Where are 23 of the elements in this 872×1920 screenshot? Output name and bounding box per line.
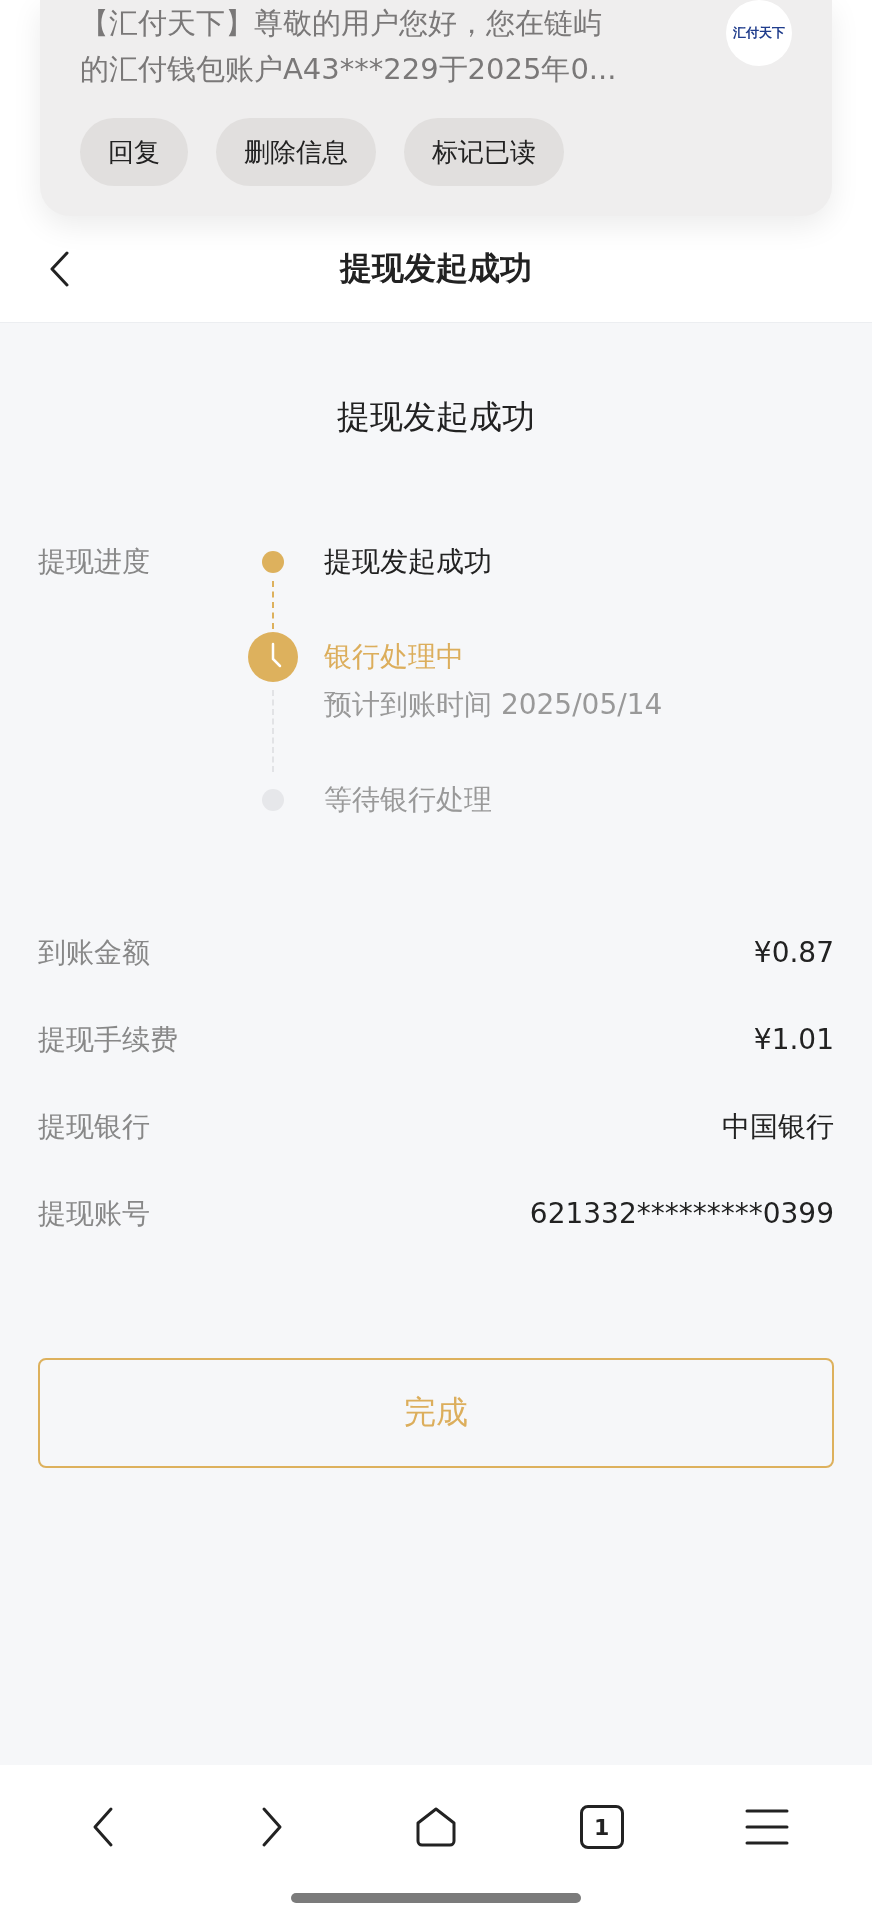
page-title: 提现发起成功 <box>340 248 532 289</box>
detail-label: 提现银行 <box>38 1109 150 1145</box>
detail-label: 提现手续费 <box>38 1022 178 1058</box>
action-button[interactable]: 标记已读 <box>404 118 564 186</box>
step-title: 提现发起成功 <box>324 544 493 580</box>
detail-label: 到账金额 <box>38 935 150 971</box>
action-button[interactable]: 删除信息 <box>216 118 376 186</box>
back-icon[interactable] <box>48 250 70 288</box>
step-title: 银行处理中 <box>324 639 465 675</box>
detail-value: 621332*********0399 <box>529 1196 834 1232</box>
notification-text: 【汇付天下】尊敬的用户您好，您在链屿 的汇付钱包账户A43***229于2025年0... <box>80 5 617 88</box>
notification-card[interactable]: 【汇付天下】尊敬的用户您好，您在链屿 的汇付钱包账户A43***229于2025年0... 汇付天下 回复 删除信息 标记已读 <box>40 0 832 216</box>
status-heading: 提现发起成功 <box>336 396 536 438</box>
detail-label: 提现账号 <box>38 1196 150 1232</box>
detail-value: ¥1.01 <box>753 1022 834 1058</box>
detail-value: ¥0.87 <box>753 935 834 971</box>
tabs-button[interactable]: 1 <box>579 1805 624 1849</box>
step-title: 等待银行处理 <box>324 782 493 818</box>
detail-value: 中国银行 <box>722 1109 834 1145</box>
step-note: 预计到账时间 2025/05/14 <box>324 687 663 723</box>
progress-label: 提现进度 <box>38 544 151 580</box>
action-button[interactable]: 回复 <box>80 118 188 186</box>
sender-logo: 汇付天下 <box>726 0 792 66</box>
